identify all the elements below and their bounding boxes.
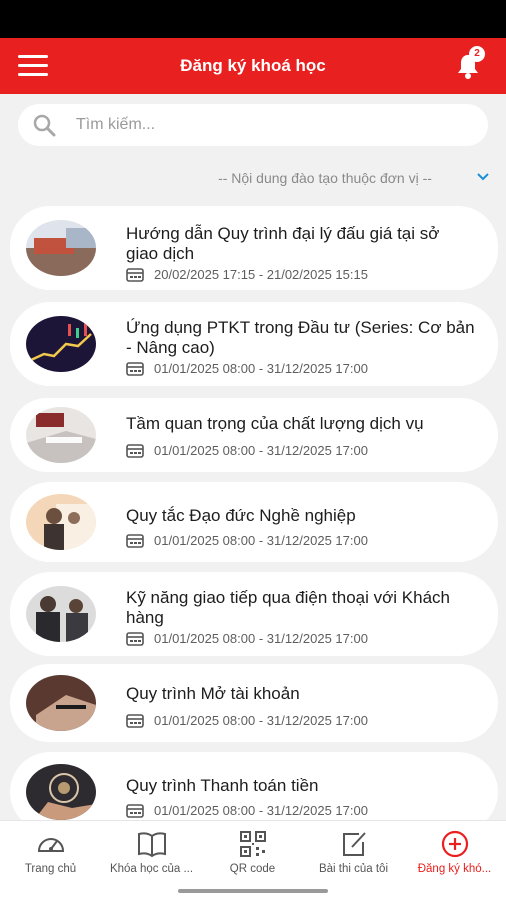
course-date-text: 01/01/2025 08:00 - 31/12/2025 17:00 (154, 803, 368, 818)
page-title: Đăng ký khoá học (180, 56, 326, 75)
course-card[interactable]: Tầm quan trọng của chất lượng dịch vụ 01… (10, 398, 498, 472)
course-thumbnail (26, 407, 96, 463)
course-title: Quy trình Thanh toán tiền (126, 776, 319, 795)
course-thumbnail (26, 316, 96, 372)
nav-item-my-exams[interactable]: Bài thi của tôi (303, 821, 404, 885)
course-title: Ứng dụng PTKT trong Đầu tư (Series: Cơ b… (126, 318, 475, 357)
nav-label-home: Trang chủ (24, 863, 77, 875)
course-title: Hướng dẫn Quy trình đại lý đấu giá tại s… (126, 224, 440, 263)
course-date-text: 01/01/2025 08:00 - 31/12/2025 17:00 (154, 361, 368, 376)
speedometer-icon (37, 838, 65, 852)
status-bar (0, 0, 506, 38)
notification-button[interactable]: 2 (455, 46, 485, 80)
course-title: Kỹ năng giao tiếp qua điện thoại với Khá… (126, 588, 450, 627)
calendar-icon (126, 714, 144, 728)
course-card[interactable]: Quy tắc Đạo đức Nghề nghiệp 01/01/2025 0… (10, 482, 498, 562)
course-card[interactable]: Quy trình Mở tài khoản 01/01/2025 08:00 … (10, 664, 498, 742)
calendar-icon (126, 362, 144, 376)
search-icon (33, 114, 56, 137)
course-card[interactable]: Hướng dẫn Quy trình đại lý đấu giá tại s… (10, 206, 498, 290)
course-date: 01/01/2025 08:00 - 31/12/2025 17:00 (126, 712, 486, 730)
nav-item-qr-code[interactable]: QR code (202, 821, 303, 885)
course-date-text: 20/02/2025 17:15 - 21/02/2025 15:15 (154, 267, 368, 282)
course-date-text: 01/01/2025 08:00 - 31/12/2025 17:00 (154, 631, 368, 646)
nav-label-my-exams: Bài thi của tôi (318, 863, 389, 875)
calendar-icon (126, 632, 144, 646)
course-card[interactable]: Kỹ năng giao tiếp qua điện thoại với Khá… (10, 572, 498, 656)
nav-item-my-courses[interactable]: Khóa học của ... (101, 821, 202, 885)
chevron-down-icon (477, 173, 489, 181)
calendar-icon (126, 268, 144, 282)
course-thumbnail (26, 586, 96, 642)
calendar-icon (126, 804, 144, 818)
plus-circle-icon (441, 830, 469, 858)
course-card[interactable]: Ứng dụng PTKT trong Đầu tư (Series: Cơ b… (10, 302, 498, 386)
course-title: Tầm quan trọng của chất lượng dịch vụ (126, 414, 424, 433)
course-date-text: 01/01/2025 08:00 - 31/12/2025 17:00 (154, 443, 368, 458)
course-date: 01/01/2025 08:00 - 31/12/2025 17:00 (126, 442, 486, 460)
search-input[interactable] (76, 104, 476, 146)
course-title: Quy tắc Đạo đức Nghề nghiệp (126, 506, 356, 525)
bottom-nav: Trang chủ Khóa học của ... QR code Bài t… (0, 820, 506, 900)
course-thumbnail (26, 220, 96, 276)
course-date-text: 01/01/2025 08:00 - 31/12/2025 17:00 (154, 533, 368, 548)
course-date: 01/01/2025 08:00 - 31/12/2025 17:00 (126, 532, 486, 550)
calendar-icon (126, 534, 144, 548)
course-date-text: 01/01/2025 08:00 - 31/12/2025 17:00 (154, 713, 368, 728)
filter-label: -- Nội dung đào tạo thuộc đơn vị -- (218, 170, 432, 186)
edit-icon (343, 832, 366, 856)
course-thumbnail (26, 675, 96, 731)
search-bar[interactable] (18, 104, 488, 146)
course-title: Quy trình Mở tài khoản (126, 684, 300, 703)
notification-badge: 2 (469, 46, 485, 62)
nav-label-my-courses: Khóa học của ... (109, 863, 194, 875)
app-bar: Đăng ký khoá học 2 (0, 38, 506, 94)
nav-item-home[interactable]: Trang chủ (0, 821, 101, 885)
nav-label-register-course: Đăng ký khó... (417, 863, 492, 875)
home-indicator (178, 889, 328, 893)
calendar-icon (126, 444, 144, 458)
filter-dropdown[interactable]: -- Nội dung đào tạo thuộc đơn vị -- (180, 170, 496, 190)
course-date: 01/01/2025 08:00 - 31/12/2025 17:00 (126, 630, 486, 648)
nav-item-register-course[interactable]: Đăng ký khó... (404, 821, 505, 885)
course-date: 20/02/2025 17:15 - 21/02/2025 15:15 (126, 266, 486, 284)
course-date: 01/01/2025 08:00 - 31/12/2025 17:00 (126, 802, 486, 820)
course-date: 01/01/2025 08:00 - 31/12/2025 17:00 (126, 360, 486, 378)
qr-code-icon (240, 831, 266, 857)
course-thumbnail (26, 764, 96, 820)
book-icon (138, 832, 166, 858)
nav-label-qr-code: QR code (229, 863, 276, 875)
course-thumbnail (26, 494, 96, 550)
